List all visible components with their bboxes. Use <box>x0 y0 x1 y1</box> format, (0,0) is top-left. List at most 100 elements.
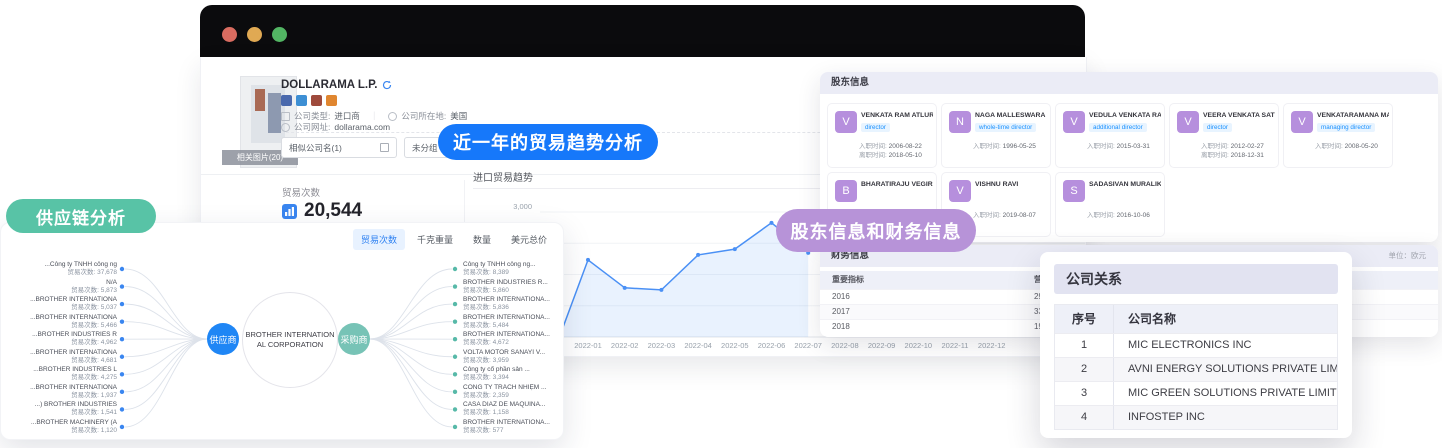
social-icon-3[interactable] <box>311 95 322 106</box>
buyer-item: VOLTA MOTOR SANAYİ V... 贸易次数: 3,959 <box>463 349 575 365</box>
buyer-item: CÔNG TY TRÁCH NHIỆM ... 贸易次数: 2,359 <box>463 384 575 400</box>
center-company-line2: AL CORPORATION <box>256 340 324 349</box>
shareholder-card: S SADASIVAN MURALIKR... 入职时间: 2016-10-06 <box>1055 172 1165 237</box>
relations-row: 2AVNI ENERGY SOLUTIONS PRIVATE LIMITED <box>1055 357 1337 381</box>
tab-quantity[interactable]: 数量 <box>465 229 499 250</box>
shareholder-card: N NAGA MALLESWARA R... whole-time direct… <box>941 103 1051 168</box>
supplier-node[interactable]: 供应商 <box>207 323 239 355</box>
svg-text:2022-07: 2022-07 <box>794 341 822 350</box>
supplier-item: BROTHER INTERNATIONA... 贸易次数: 5,037 <box>5 296 117 312</box>
social-icon-2[interactable] <box>296 95 307 106</box>
shareholder-card: V VEERA VENKATA SATYA... director 入职时间: … <box>1169 103 1279 168</box>
indicator-column-header: 重要指标 <box>832 275 864 284</box>
supply-chain-badge: 供应链分析 <box>6 199 156 233</box>
company-name: BROTHER MACHINERY (A... <box>30 418 117 426</box>
window-minimize-button[interactable] <box>247 27 262 42</box>
buyer-item: Công ty cổ phần sản ... 贸易次数: 3,394 <box>463 366 575 382</box>
trade-count: 贸易次数: 4,672 <box>463 339 509 347</box>
svg-text:2022-06: 2022-06 <box>758 341 786 350</box>
page: 相关图片(20) DOLLARAMA L.P. 公司类型: 进口商 ｜ 公司所在… <box>0 0 1442 448</box>
trade-count: 贸易次数: 37,678 <box>67 269 117 276</box>
trade-count: 贸易次数: 5,466 <box>71 321 117 329</box>
trade-count-row: 20,544 <box>282 200 362 222</box>
tab-usd-total[interactable]: 美元总价 <box>503 229 555 250</box>
svg-text:2022-09: 2022-09 <box>868 341 896 350</box>
svg-text:2022-11: 2022-11 <box>942 341 969 350</box>
company-type-icon <box>281 111 290 121</box>
tenure-dates: 入职时间: 1996-05-25 <box>973 143 1036 150</box>
supplier-item: BROTHER INTERNATIONA... 贸易次数: 1,937 <box>5 384 117 400</box>
trade-count: 贸易次数: 5,484 <box>463 321 509 329</box>
buyer-item: BROTHER INTERNATIONA... 贸易次数: 5,484 <box>463 314 575 330</box>
avatar: N <box>949 111 971 133</box>
relations-row: 1 MIC ELECTRONICS INC <box>1055 333 1337 357</box>
center-company-node[interactable]: BROTHER INTERNATION AL CORPORATION <box>242 292 338 388</box>
buyer-item: CASA DIAZ DE MAQUINA... 贸易次数: 1,158 <box>463 401 575 417</box>
company-website-value[interactable]: dollarama.com <box>334 122 390 132</box>
supplier-item: BROTHER MACHINERY (A... 贸易次数: 1,120 <box>5 419 117 435</box>
relations-table: 序号 公司名称 1 MIC ELECTRONICS INC 2 AVNI ENERG… <box>1054 304 1338 430</box>
trade-count: 贸易次数: 1,120 <box>71 426 117 434</box>
select-box-icon <box>380 143 389 152</box>
avatar: S <box>1063 180 1085 202</box>
social-icon-4[interactable] <box>326 95 337 106</box>
trend-analysis-badge: 近一年的贸易趋势分析 <box>438 124 658 160</box>
svg-text:2022-04: 2022-04 <box>684 341 712 350</box>
shareholder-card: V VEDULA VENKATA RAM... additional direc… <box>1055 103 1165 168</box>
avatar: V <box>1063 111 1085 133</box>
svg-text:2022-08: 2022-08 <box>831 341 859 350</box>
company-name: BROTHER INTERNATIONA... <box>463 331 550 339</box>
center-company-line1: BROTHER INTERNATION <box>245 330 335 339</box>
company-name: BROTHER INTERNATIONA... <box>30 313 117 321</box>
social-icons-row <box>281 95 337 106</box>
tab-kg-weight[interactable]: 千克重量 <box>409 229 461 250</box>
shareholder-card: V VENKATA RAM ATLURI director 入职时间: 2006… <box>827 103 937 168</box>
role-badge: managing director <box>1317 123 1376 132</box>
window-maximize-button[interactable] <box>272 27 287 42</box>
svg-text:2022-12: 2022-12 <box>978 341 1006 350</box>
group-select-label: 未分组 <box>412 142 438 153</box>
company-name: BROTHER INDUSTRIES R... <box>463 278 548 286</box>
shareholder-name: NAGA MALLESWARA R... <box>975 112 1047 119</box>
tenure-dates: 入职时间: 2019-08-07 <box>973 212 1036 219</box>
refresh-icon[interactable] <box>382 80 392 90</box>
supplier-item: N/A 贸易次数: 5,873 <box>5 279 117 295</box>
index-column-header: 序号 <box>1055 305 1114 333</box>
trade-count: 贸易次数: 3,959 <box>463 356 509 364</box>
trade-count-value: 20,544 <box>304 200 363 221</box>
y-axis-tick-label: 3,000 <box>513 202 532 211</box>
company-name: BROTHER INTERNATIONA... <box>463 313 550 321</box>
role-badge: director <box>1203 123 1232 132</box>
company-name-row: DOLLARAMA L.P. <box>281 79 392 91</box>
shareholder-name: VISHNU RAVI <box>975 181 1019 188</box>
shareholder-finance-badge: 股东信息和财务信息 <box>776 209 976 252</box>
relations-row: 4 INFOSTEP INC <box>1055 405 1337 429</box>
buyer-item: BROTHER INDUSTRIES R... 贸易次数: 5,860 <box>463 279 575 295</box>
company-name: Công ty TNHH công ng... <box>44 261 117 268</box>
company-relations-panel: 公司关系 序号 公司名称 1 MIC ELECTRONICS INC 2 AVNI … <box>1040 252 1352 438</box>
thumbnail-detail <box>268 93 281 133</box>
tab-trade-count[interactable]: 贸易次数 <box>352 229 405 250</box>
shareholder-panel-title: 股东信息 <box>820 72 1438 94</box>
browser-title-bar <box>200 5 1085 57</box>
trade-count: 贸易次数: 5,836 <box>463 304 509 312</box>
company-name: BROTHER INTERNATIONA... <box>463 296 550 304</box>
similar-company-select[interactable]: 相似公司名(1) <box>281 137 397 158</box>
social-icon-1[interactable] <box>281 95 292 106</box>
avatar: V <box>835 111 857 133</box>
role-badge: director <box>861 123 890 132</box>
window-close-button[interactable] <box>222 27 237 42</box>
supply-chain-tabs: 贸易次数 千克重量 数量 美元总价 <box>352 229 555 250</box>
shareholder-name: VEERA VENKATA SATYA... <box>1203 112 1275 119</box>
buyer-item: BROTHER INTERNATIONA... 贸易次数: 4,672 <box>463 331 575 347</box>
bar-chart-icon <box>282 203 297 219</box>
chart-title: 进口贸易趋势 <box>473 173 533 184</box>
company-name: BROTHER INDUSTRIES R... <box>32 331 117 339</box>
role-badge: additional director <box>1089 123 1147 132</box>
role-badge: whole-time director <box>975 123 1037 132</box>
tenure-dates: 入职时间: 2016-10-06 <box>1087 212 1150 219</box>
svg-text:2022-03: 2022-03 <box>648 341 676 350</box>
company-name: Công ty TNHH công ng... <box>463 261 536 268</box>
buyer-node[interactable]: 采购商 <box>338 323 370 355</box>
company-location-icon <box>388 111 398 121</box>
